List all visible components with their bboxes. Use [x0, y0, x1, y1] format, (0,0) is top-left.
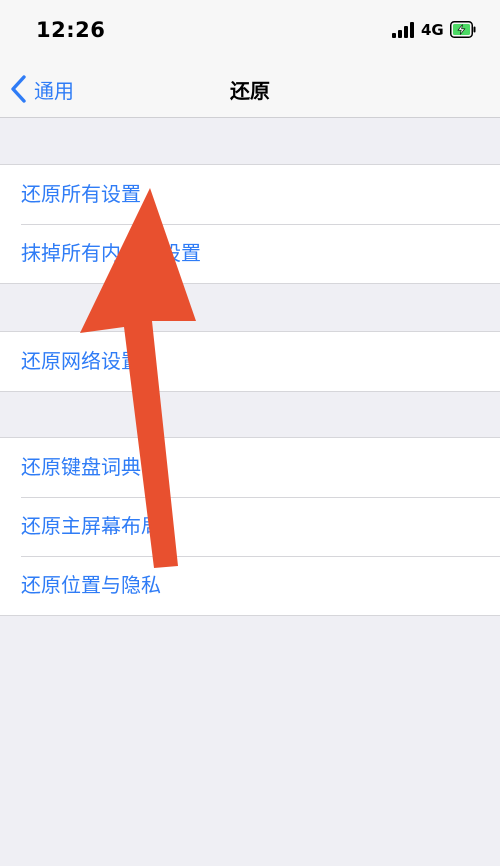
annotation-arrow — [80, 188, 196, 568]
reset-group-1: 还原所有设置 抹掉所有内容和设置 — [0, 164, 500, 284]
status-time: 12:26 — [36, 18, 106, 42]
signal-icon — [392, 22, 414, 38]
navigation-bar: 通用 还原 — [0, 60, 500, 118]
reset-location-privacy-row[interactable]: 还原位置与隐私 — [0, 556, 500, 615]
reset-keyboard-dictionary-row[interactable]: 还原键盘词典 — [0, 438, 500, 497]
battery-charging-icon — [450, 21, 476, 38]
status-bar: 12:26 4G — [0, 0, 500, 60]
reset-screen: 12:26 4G 通用 还原 还原所有设置 抹掉所有内容和设置 还原网络设置 还… — [0, 0, 500, 866]
reset-home-screen-layout-row[interactable]: 还原主屏幕布局 — [0, 497, 500, 556]
reset-group-2: 还原网络设置 — [0, 331, 500, 392]
erase-all-content-row[interactable]: 抹掉所有内容和设置 — [0, 224, 500, 283]
reset-network-settings-row[interactable]: 还原网络设置 — [0, 332, 500, 391]
reset-group-3: 还原键盘词典 还原主屏幕布局 还原位置与隐私 — [0, 437, 500, 616]
reset-all-settings-row[interactable]: 还原所有设置 — [0, 165, 500, 224]
network-label: 4G — [421, 21, 444, 39]
page-title: 还原 — [230, 79, 270, 103]
